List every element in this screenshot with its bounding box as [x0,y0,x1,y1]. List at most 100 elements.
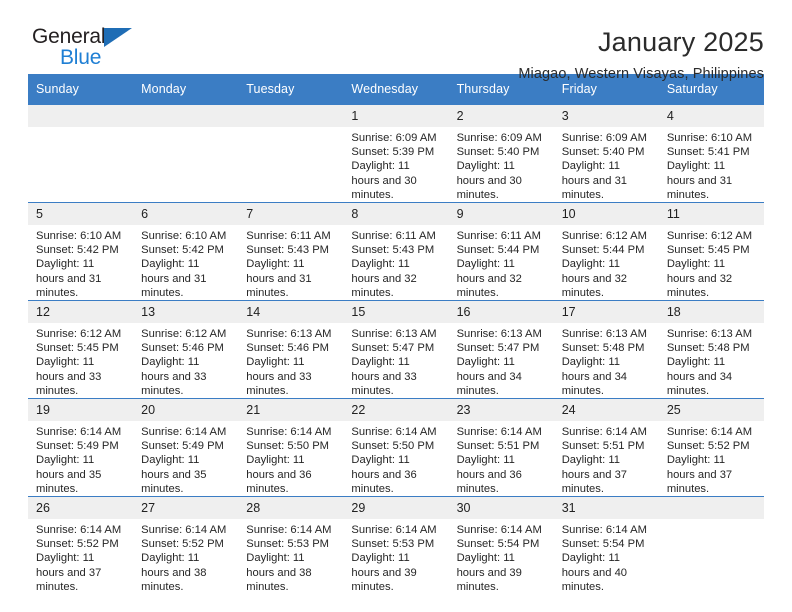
day-cell[interactable]: 29 Sunrise: 6:14 AM Sunset: 5:53 PM Dayligh… [343,496,449,595]
day-cell[interactable]: 24 Sunrise: 6:14 AM Sunset: 5:51 PM Dayligh… [553,398,659,497]
daylight-text: Daylight: 11 hours and 38 minutes. [141,552,207,593]
sunrise-text: Sunrise: 6:10 AM [36,230,122,243]
daylight-text: Daylight: 11 hours and 36 minutes. [456,454,522,495]
sunrise-text: Sunrise: 6:14 AM [561,426,647,439]
empty-day-cell [238,105,344,203]
sunset-text: Sunset: 5:42 PM [36,244,119,257]
daylight-text: Daylight: 11 hours and 34 minutes. [456,356,522,397]
sunset-text: Sunset: 5:51 PM [456,440,540,453]
day-cell[interactable]: 4 Sunrise: 6:10 AM Sunset: 5:41 PM Daylight… [658,105,764,203]
sunrise-text: Sunrise: 6:14 AM [36,524,122,537]
day-cell[interactable]: 28 Sunrise: 6:14 AM Sunset: 5:53 PM Dayligh… [238,496,344,595]
sunset-text: Sunset: 5:46 PM [141,342,224,355]
day-number: 15 [343,301,449,324]
daylight-text: Daylight: 11 hours and 33 minutes. [351,356,417,397]
sunset-text: Sunset: 5:47 PM [456,342,540,355]
day-number: 20 [133,399,239,422]
day-cell[interactable]: 18 Sunrise: 6:13 AM Sunset: 5:48 PM Dayligh… [658,300,764,399]
day-number: 14 [238,301,344,324]
day-details: Sunrise: 6:14 AM Sunset: 5:54 PM Daylight:… [449,519,554,594]
day-cell[interactable]: 12 Sunrise: 6:12 AM Sunset: 5:45 PM Dayligh… [28,300,134,399]
daylight-text: Daylight: 11 hours and 34 minutes. [561,356,628,397]
daylight-text: Daylight: 11 hours and 33 minutes. [246,356,312,397]
sunset-text: Sunset: 5:49 PM [141,440,224,453]
sunrise-text: Sunrise: 6:13 AM [456,328,542,341]
day-cell[interactable]: 14 Sunrise: 6:13 AM Sunset: 5:46 PM Dayligh… [238,300,344,399]
day-cell[interactable]: 22 Sunrise: 6:14 AM Sunset: 5:50 PM Dayligh… [343,398,449,497]
day-cell[interactable]: 23 Sunrise: 6:14 AM Sunset: 5:51 PM Dayligh… [448,398,554,497]
day-cell[interactable]: 31 Sunrise: 6:14 AM Sunset: 5:54 PM Dayligh… [553,496,659,595]
sunset-text: Sunset: 5:40 PM [456,146,540,159]
day-cell[interactable]: 6 Sunrise: 6:10 AM Sunset: 5:42 PM Daylight… [133,202,239,301]
day-cell[interactable]: 20 Sunrise: 6:14 AM Sunset: 5:49 PM Dayligh… [133,398,239,497]
sunrise-text: Sunrise: 6:12 AM [141,328,227,341]
daylight-text: Daylight: 11 hours and 31 minutes. [666,160,733,201]
daylight-text: Daylight: 11 hours and 37 minutes. [36,552,102,593]
day-number: 28 [238,497,344,520]
daylight-text: Daylight: 11 hours and 35 minutes. [36,454,102,495]
day-details: Sunrise: 6:13 AM Sunset: 5:48 PM Daylight:… [659,323,764,398]
day-cell[interactable]: 19 Sunrise: 6:14 AM Sunset: 5:49 PM Dayligh… [28,398,134,497]
day-cell[interactable]: 3 Sunrise: 6:09 AM Sunset: 5:40 PM Daylight… [553,105,659,203]
day-number [28,105,134,127]
day-cell[interactable]: 17 Sunrise: 6:13 AM Sunset: 5:48 PM Dayligh… [553,300,659,399]
day-cell[interactable]: 8 Sunrise: 6:11 AM Sunset: 5:43 PM Daylight… [343,202,449,301]
sunrise-text: Sunrise: 6:09 AM [561,132,647,144]
daylight-text: Daylight: 11 hours and 33 minutes. [36,356,102,397]
page-title: January 2025 [597,27,764,57]
day-number [238,105,344,127]
day-cell[interactable]: 13 Sunrise: 6:12 AM Sunset: 5:46 PM Dayligh… [133,300,239,399]
day-number: 19 [28,399,134,422]
day-cell[interactable]: 11 Sunrise: 6:12 AM Sunset: 5:45 PM Dayligh… [658,202,764,301]
day-cell[interactable]: 10 Sunrise: 6:12 AM Sunset: 5:44 PM Dayligh… [553,202,659,301]
day-number: 29 [343,497,449,520]
day-cell[interactable]: 16 Sunrise: 6:13 AM Sunset: 5:47 PM Dayligh… [448,300,554,399]
daylight-text: Daylight: 11 hours and 32 minutes. [666,258,733,299]
sunset-text: Sunset: 5:50 PM [246,440,329,453]
sunset-text: Sunset: 5:47 PM [351,342,435,355]
calendar-week-row: 12 Sunrise: 6:12 AM Sunset: 5:45 PM Dayligh… [28,300,764,399]
day-cell[interactable]: 1 Sunrise: 6:09 AM Sunset: 5:39 PM Daylight… [343,105,449,203]
sunrise-text: Sunrise: 6:12 AM [666,230,753,243]
day-details: Sunrise: 6:13 AM Sunset: 5:46 PM Daylight:… [238,323,343,398]
calendar-page: General Blue January 2025 Miagao, Wester… [0,0,792,612]
day-details: Sunrise: 6:09 AM Sunset: 5:40 PM Daylight:… [554,127,659,202]
daylight-text: Daylight: 11 hours and 30 minutes. [456,160,522,201]
daylight-text: Daylight: 11 hours and 30 minutes. [351,160,417,201]
day-cell[interactable]: 21 Sunrise: 6:14 AM Sunset: 5:50 PM Dayligh… [238,398,344,497]
day-cell[interactable]: 26 Sunrise: 6:14 AM Sunset: 5:52 PM Dayligh… [28,496,134,595]
day-cell[interactable]: 25 Sunrise: 6:14 AM Sunset: 5:52 PM Dayligh… [658,398,764,497]
day-number: 12 [28,301,134,324]
daylight-text: Daylight: 11 hours and 31 minutes. [246,258,312,299]
day-number: 11 [658,203,764,226]
day-number: 17 [553,301,659,324]
day-number: 16 [448,301,554,324]
day-cell[interactable]: 30 Sunrise: 6:14 AM Sunset: 5:54 PM Dayligh… [448,496,554,595]
weekday-header-wednesday: Wednesday [343,74,449,105]
day-number: 7 [238,203,344,226]
sunrise-text: Sunrise: 6:10 AM [141,230,227,243]
day-cell[interactable]: 27 Sunrise: 6:14 AM Sunset: 5:52 PM Dayligh… [133,496,239,595]
day-number: 6 [133,203,239,226]
day-details: Sunrise: 6:14 AM Sunset: 5:50 PM Daylight:… [343,421,448,496]
calendar-week-row: 19 Sunrise: 6:14 AM Sunset: 5:49 PM Dayligh… [28,398,764,497]
sunrise-text: Sunrise: 6:12 AM [36,328,122,341]
day-number [133,105,239,127]
logo-word-general: General [32,25,106,48]
sunrise-text: Sunrise: 6:14 AM [351,524,437,537]
day-details: Sunrise: 6:13 AM Sunset: 5:47 PM Daylight:… [343,323,448,398]
day-number: 31 [553,497,659,520]
sunset-text: Sunset: 5:54 PM [456,538,540,551]
day-cell[interactable]: 15 Sunrise: 6:13 AM Sunset: 5:47 PM Dayligh… [343,300,449,399]
day-cell[interactable]: 2 Sunrise: 6:09 AM Sunset: 5:40 PM Daylight… [448,105,554,203]
day-cell[interactable]: 7 Sunrise: 6:11 AM Sunset: 5:43 PM Daylight… [238,202,344,301]
calendar-body: 1 Sunrise: 6:09 AM Sunset: 5:39 PM Daylight… [28,105,764,595]
day-details: Sunrise: 6:12 AM Sunset: 5:46 PM Daylight:… [133,323,238,398]
day-cell[interactable]: 9 Sunrise: 6:11 AM Sunset: 5:44 PM Daylight… [448,202,554,301]
day-details: Sunrise: 6:09 AM Sunset: 5:40 PM Daylight:… [449,127,554,202]
sunrise-text: Sunrise: 6:13 AM [561,328,647,341]
day-details: Sunrise: 6:14 AM Sunset: 5:53 PM Daylight:… [238,519,343,594]
daylight-text: Daylight: 11 hours and 37 minutes. [561,454,628,495]
empty-day-cell [133,105,239,203]
day-cell[interactable]: 5 Sunrise: 6:10 AM Sunset: 5:42 PM Daylight… [28,202,134,301]
